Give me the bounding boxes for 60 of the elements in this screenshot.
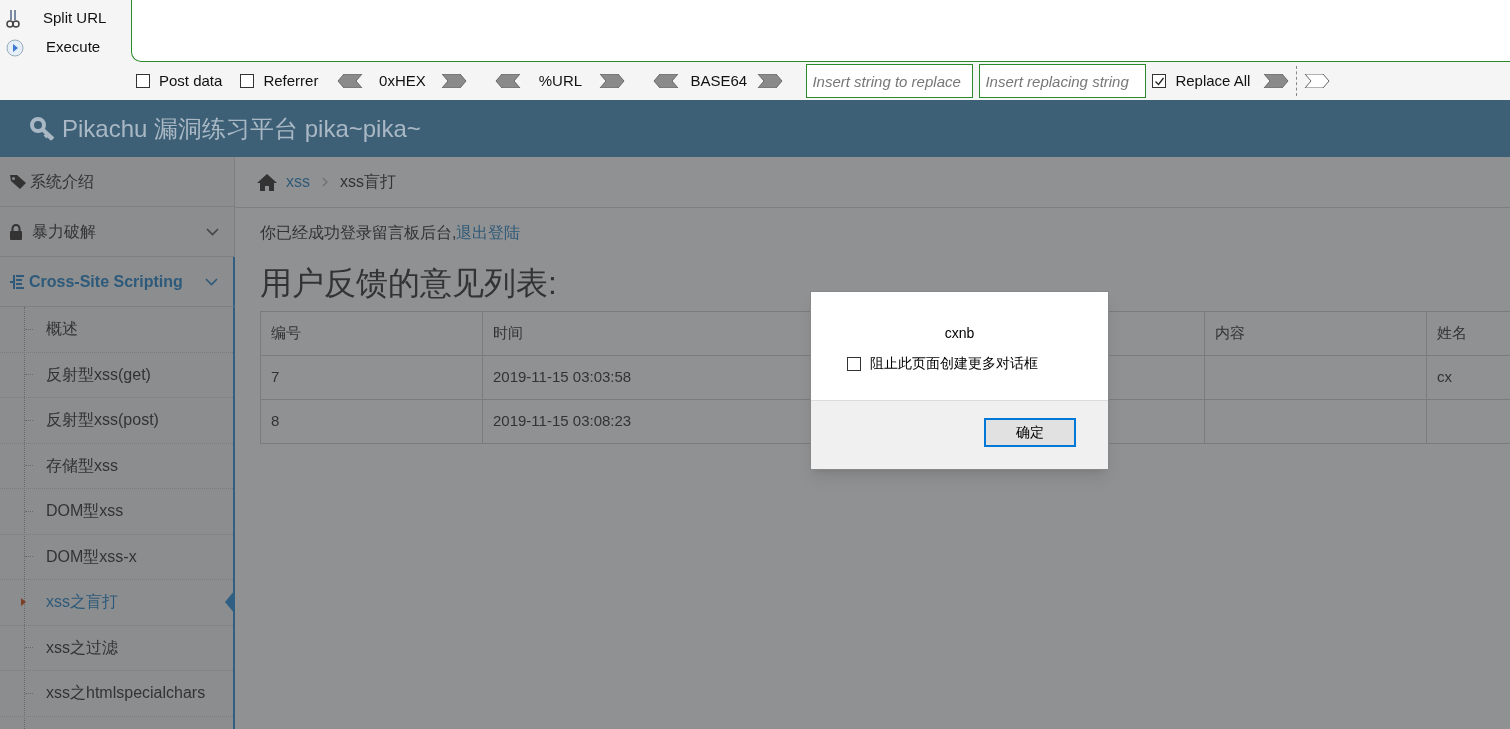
encoding-label: %URL — [537, 70, 584, 91]
play-icon — [6, 38, 24, 57]
submenu-item[interactable]: DOM型xss-x — [46, 544, 137, 569]
list-icon — [9, 273, 26, 290]
split-url-button[interactable]: Split URL — [43, 7, 107, 30]
lock-icon — [9, 223, 23, 240]
submenu-item[interactable]: 存储型xss — [46, 453, 118, 478]
encoding-label: BASE64 — [690, 70, 747, 91]
right-arrow-icon[interactable] — [756, 74, 785, 88]
home-icon — [256, 173, 278, 191]
dialog-message: cxnb — [944, 324, 975, 343]
checkbox-label[interactable]: 阻止此页面创建更多对话框 — [870, 353, 1038, 374]
submenu-item[interactable]: 反射型xss(get) — [46, 362, 151, 387]
submenu-item[interactable]: DOM型xss — [46, 499, 124, 524]
right-arrow-icon[interactable] — [1303, 74, 1332, 88]
left-arrow-icon[interactable] — [494, 74, 523, 88]
column-header: 编号 — [261, 312, 483, 355]
submenu-item[interactable]: 反射型xss(post) — [46, 408, 159, 433]
left-arrow-icon[interactable] — [336, 74, 365, 88]
breadcrumb-link[interactable]: xss — [286, 170, 310, 194]
sidebar-item[interactable]: Cross-Site Scripting — [0, 257, 235, 307]
site-title: Pikachu 漏洞练习平台 pika~pika~ — [62, 113, 421, 144]
page-heading: 用户反馈的意见列表: — [259, 264, 558, 303]
key-icon — [30, 116, 56, 141]
login-notice: 你已经成功登录留言板后台, — [260, 224, 457, 241]
tag-icon — [9, 173, 27, 190]
execute-button[interactable]: Execute — [46, 36, 101, 59]
right-arrow-icon[interactable] — [1262, 74, 1291, 88]
checkbox[interactable] — [240, 74, 255, 88]
chevron-icon — [206, 227, 219, 236]
chevron-icon — [205, 277, 218, 286]
submenu-item[interactable]: 概述 — [46, 317, 78, 342]
table-cell: cx — [1427, 356, 1510, 399]
checkbox[interactable] — [847, 356, 861, 371]
breadcrumb-current: xss盲打 — [340, 172, 396, 192]
sidebar-item[interactable]: 系统介绍 — [0, 157, 234, 207]
column-header: 姓名 — [1427, 312, 1510, 355]
logout-link[interactable]: 退出登陆 — [456, 224, 521, 241]
triangle-marker-icon — [21, 598, 26, 607]
submenu-item[interactable]: xss之htmlspecialchars — [46, 681, 206, 706]
checkbox-label[interactable]: Post data — [159, 69, 223, 93]
right-arrow-icon[interactable] — [598, 74, 627, 88]
replace-field[interactable]: Insert string to replace — [806, 64, 974, 98]
checkbox-label[interactable]: Referrer — [263, 69, 319, 93]
table-cell: 7 — [261, 356, 483, 399]
ok-button[interactable]: 确定 — [984, 418, 1076, 447]
submenu-item[interactable]: xss之过滤 — [46, 635, 118, 660]
encoding-label: 0xHEX — [378, 70, 427, 91]
right-arrow-icon[interactable] — [440, 74, 469, 88]
checkbox-label[interactable]: Replace All — [1175, 69, 1251, 93]
replace-field[interactable]: Insert replacing string — [979, 64, 1147, 98]
left-arrow-icon[interactable] — [652, 74, 681, 88]
table-cell: 8 — [261, 400, 483, 443]
submenu-item[interactable]: xss之盲打 — [46, 590, 118, 615]
column-header: 内容 — [1205, 312, 1427, 355]
breadcrumb-separator-icon — [322, 177, 328, 187]
sidebar-item[interactable]: 暴力破解 — [0, 207, 234, 257]
scissors-icon — [6, 8, 20, 29]
checkbox[interactable] — [136, 74, 150, 88]
checkbox[interactable] — [1152, 74, 1167, 88]
